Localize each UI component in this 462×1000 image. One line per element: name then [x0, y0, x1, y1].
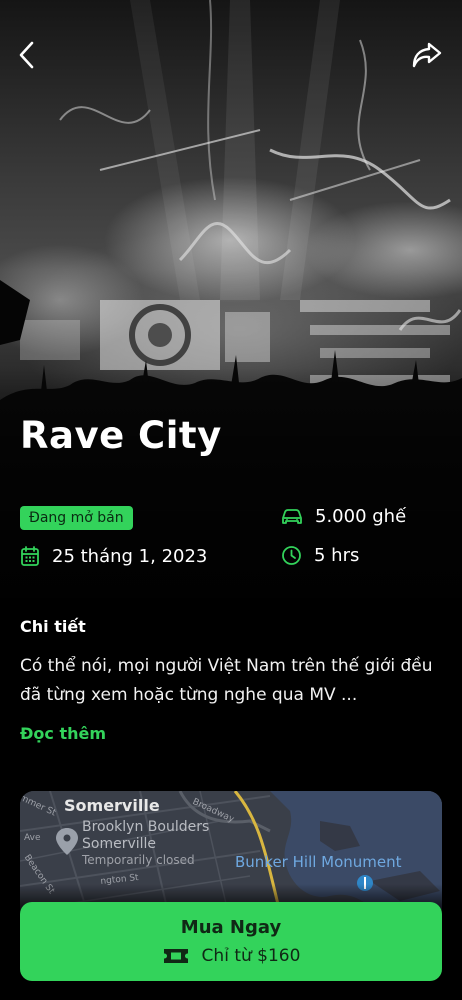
- clock-icon: [282, 546, 301, 565]
- map-place-status: Temporarily closed: [82, 853, 195, 867]
- map-area-label: Somerville: [64, 796, 160, 815]
- share-button[interactable]: [410, 38, 444, 72]
- chevron-left-icon: [19, 41, 34, 69]
- read-more-link[interactable]: Đọc thêm: [20, 724, 106, 743]
- map-landmark: Bunker Hill Monument: [235, 853, 402, 871]
- buy-now-button[interactable]: Mua Ngay Chỉ từ $160: [20, 902, 442, 981]
- seats-text: 5.000 ghế: [315, 506, 407, 527]
- back-button[interactable]: [10, 38, 44, 72]
- event-title: Rave City: [20, 414, 222, 457]
- car-icon: [282, 508, 302, 524]
- price-row: Chỉ từ $160: [162, 946, 301, 966]
- seats-info: 5.000 ghế: [281, 506, 406, 527]
- price-text: Chỉ từ $160: [201, 946, 301, 966]
- calendar-icon: [21, 546, 39, 566]
- buy-now-label: Mua Ngay: [180, 917, 282, 938]
- date-text: 25 tháng 1, 2023: [52, 545, 208, 567]
- duration-info: 5 hrs: [281, 545, 359, 566]
- map-place-name: Brooklyn Boulders: [82, 819, 210, 835]
- event-description: Có thể nói, mọi người Việt Nam trên thế …: [20, 656, 433, 705]
- duration-text: 5 hrs: [314, 545, 360, 566]
- share-forward-icon: [412, 42, 442, 68]
- map-street-ave: Ave: [24, 833, 41, 843]
- map-place-sub: Somerville: [82, 836, 157, 852]
- ticket-icon: [163, 949, 188, 963]
- details-heading: Chi tiết: [20, 617, 86, 636]
- date-info: 25 tháng 1, 2023: [20, 545, 207, 567]
- status-badge: Đang mở bán: [20, 506, 133, 530]
